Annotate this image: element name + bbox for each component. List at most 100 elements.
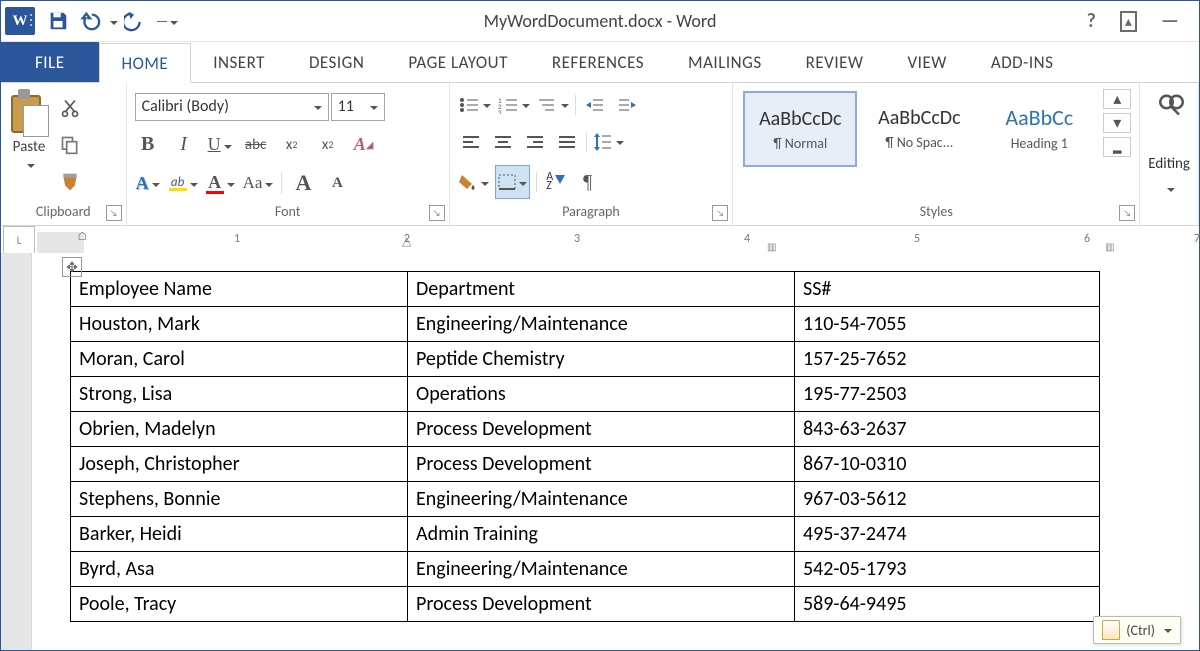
window-controls: ? ▴ — <box>1087 9 1199 33</box>
ruler-bar: L ⌂ 1 2 3 4 5 6 7 △ ▥ ▥ <box>1 226 1199 255</box>
ribbon-display-button[interactable]: ▴ <box>1120 11 1137 32</box>
decrease-indent-button[interactable] <box>582 91 608 119</box>
cell[interactable]: SS# <box>795 272 1100 307</box>
clear-formatting-button[interactable]: A◢ <box>351 131 377 159</box>
superscript-button[interactable]: x2 <box>315 131 341 159</box>
vertical-ruler[interactable] <box>1 253 32 650</box>
cut-button[interactable] <box>57 94 83 122</box>
align-right-button[interactable] <box>522 128 548 156</box>
font-size-value: 11 <box>338 97 354 116</box>
grow-font-button[interactable]: A <box>290 169 316 197</box>
undo-button[interactable] <box>75 6 105 36</box>
numbering-button[interactable]: 123 <box>497 91 530 119</box>
bullets-button[interactable] <box>458 91 491 119</box>
paste-options-smarttag[interactable]: (Ctrl) <box>1093 616 1181 644</box>
bold-button[interactable]: B <box>135 131 161 159</box>
font-launcher[interactable]: ↘ <box>429 205 445 221</box>
group-label-paragraph: Paragraph <box>458 201 725 223</box>
table-row: Byrd, AsaEngineering/Maintenance542-05-1… <box>71 552 1100 587</box>
increase-indent-button[interactable] <box>614 91 640 119</box>
align-left-button[interactable] <box>458 128 484 156</box>
table-move-handle[interactable]: ✥ <box>62 257 82 277</box>
undo-more-icon[interactable] <box>107 13 118 30</box>
tab-add-ins[interactable]: ADD-INS <box>969 42 1076 82</box>
italic-button[interactable]: I <box>171 131 197 159</box>
show-hide-button[interactable]: ¶ <box>575 168 601 196</box>
tab-references[interactable]: REFERENCES <box>530 42 666 82</box>
shrink-font-button[interactable]: A <box>324 169 350 197</box>
style-no-spacing[interactable]: AaBbCcDc ¶ No Spac... <box>861 91 977 165</box>
horizontal-ruler[interactable]: ⌂ 1 2 3 4 5 6 7 △ ▥ ▥ <box>37 232 1199 254</box>
employee-table[interactable]: Employee Name Department SS# Houston, Ma… <box>70 271 1100 622</box>
styles-more-button[interactable]: ▂ <box>1103 137 1131 157</box>
paste-more-icon[interactable] <box>24 156 35 173</box>
copy-button[interactable] <box>57 131 83 159</box>
underline-button[interactable]: U <box>207 131 233 159</box>
cell[interactable]: Department <box>408 272 795 307</box>
group-label-font: Font <box>135 201 441 223</box>
table-row: Joseph, ChristopherProcess Development86… <box>71 447 1100 482</box>
table-row: Moran, CarolPeptide Chemistry157-25-7652 <box>71 342 1100 377</box>
shading-button[interactable] <box>458 168 489 196</box>
group-styles: AaBbCcDc ¶ Normal AaBbCcDc ¶ No Spac... … <box>733 83 1140 225</box>
tab-file[interactable]: FILE <box>1 42 99 82</box>
ribbon: Paste Clipboard ↘ Calibri (Body) 11 <box>1 83 1199 226</box>
clipboard-icon <box>1102 620 1120 640</box>
tab-view[interactable]: VIEW <box>886 42 969 82</box>
style-heading-1[interactable]: AaBbCc Heading 1 <box>981 91 1097 165</box>
find-button[interactable] <box>1154 93 1184 121</box>
subscript-button[interactable]: x2 <box>279 131 305 159</box>
highlight-button[interactable]: ab <box>169 169 198 197</box>
page[interactable]: ✥ Employee Name Department SS# Houston, … <box>32 253 1199 650</box>
table-row: Houston, MarkEngineering/Maintenance110-… <box>71 307 1100 342</box>
align-center-button[interactable] <box>490 128 516 156</box>
font-color-button[interactable]: A <box>206 169 235 197</box>
styles-scroll-down[interactable]: ▾ <box>1103 113 1131 133</box>
tab-review[interactable]: REVIEW <box>784 42 886 82</box>
word-app-icon[interactable]: W <box>5 7 35 35</box>
quick-access-toolbar <box>43 6 182 36</box>
tab-mailings[interactable]: MAILINGS <box>666 42 784 82</box>
chevron-down-icon <box>1161 622 1172 639</box>
group-editing: Editing <box>1140 83 1199 225</box>
title-bar: W MyWordDocument.docx - Word ? ▴ — <box>1 1 1199 42</box>
cell[interactable]: Employee Name <box>71 272 408 307</box>
save-button[interactable] <box>43 6 73 36</box>
text-effects-button[interactable]: A <box>135 169 161 197</box>
style-normal[interactable]: AaBbCcDc ¶ Normal <box>743 91 857 167</box>
customize-qat-button[interactable] <box>152 6 182 36</box>
ribbon-tabs: FILE HOME INSERT DESIGN PAGE LAYOUT REFE… <box>1 42 1199 83</box>
borders-button[interactable] <box>495 165 530 199</box>
font-size-select[interactable]: 11 <box>331 93 385 121</box>
paste-button[interactable] <box>9 89 49 135</box>
line-spacing-button[interactable] <box>593 128 624 156</box>
paragraph-launcher[interactable]: ↘ <box>712 205 728 221</box>
editing-more-icon[interactable] <box>1164 180 1175 197</box>
table-row: Strong, LisaOperations195-77-2503 <box>71 377 1100 412</box>
format-painter-button[interactable] <box>57 168 83 196</box>
table-row: Employee Name Department SS# <box>71 272 1100 307</box>
paste-label[interactable]: Paste <box>13 138 46 156</box>
redo-button[interactable] <box>120 6 150 36</box>
clipboard-launcher[interactable]: ↘ <box>106 205 122 221</box>
justify-button[interactable] <box>554 128 580 156</box>
styles-launcher[interactable]: ↘ <box>1119 205 1135 221</box>
tab-page-layout[interactable]: PAGE LAYOUT <box>386 42 530 82</box>
styles-scroll-up[interactable]: ▴ <box>1103 89 1131 109</box>
tab-selector[interactable]: L <box>3 226 35 254</box>
tab-home[interactable]: HOME <box>99 43 192 83</box>
table-row: Obrien, MadelynProcess Development843-63… <box>71 412 1100 447</box>
editing-label[interactable]: Editing <box>1148 155 1190 173</box>
minimize-button[interactable]: — <box>1161 9 1179 33</box>
smarttag-label: (Ctrl) <box>1126 622 1155 639</box>
help-button[interactable]: ? <box>1087 9 1096 33</box>
table-row: Barker, HeidiAdmin Training495-37-2474 <box>71 517 1100 552</box>
tab-design[interactable]: DESIGN <box>287 42 386 82</box>
multilevel-list-button[interactable] <box>536 91 569 119</box>
font-name-select[interactable]: Calibri (Body) <box>135 93 329 121</box>
change-case-button[interactable]: Aa <box>243 169 274 197</box>
tab-insert[interactable]: INSERT <box>191 42 287 82</box>
sort-button[interactable]: AZ <box>543 168 569 196</box>
strikethrough-button[interactable]: abc <box>243 131 269 159</box>
table-row: Poole, TracyProcess Development589-64-94… <box>71 587 1100 622</box>
